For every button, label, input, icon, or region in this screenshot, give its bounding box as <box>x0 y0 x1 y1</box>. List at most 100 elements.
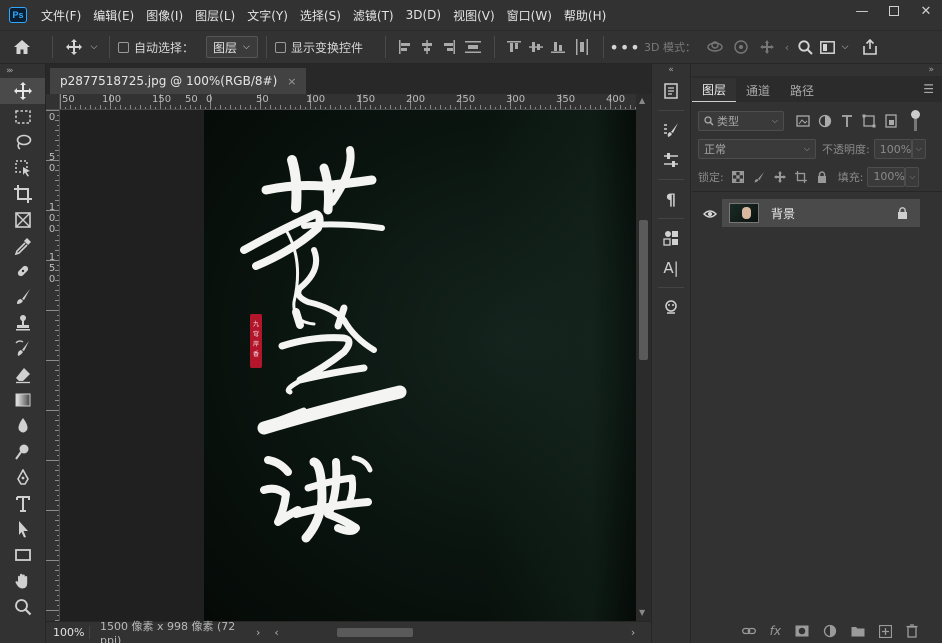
share-icon[interactable] <box>852 39 888 55</box>
adjustment-layer-icon[interactable] <box>823 624 837 638</box>
fill-input[interactable]: 100% <box>867 166 906 187</box>
search-icon[interactable] <box>794 39 816 55</box>
align-bottom-icon[interactable] <box>547 40 569 54</box>
menu-help[interactable]: 帮助(H) <box>564 7 606 24</box>
document-canvas[interactable]: 九 穹 岸 香 <box>204 110 636 621</box>
menu-window[interactable]: 窗口(W) <box>507 7 552 24</box>
status-menu-arrow-icon[interactable]: › <box>256 626 260 639</box>
hand-tool-icon[interactable] <box>0 568 45 594</box>
history-brush-tool-icon[interactable] <box>0 336 45 362</box>
scroll-left-icon[interactable]: ‹ <box>274 626 278 639</box>
menu-filter[interactable]: 滤镜(T) <box>353 7 394 24</box>
opacity-chevron-icon[interactable]: ⌵ <box>911 139 926 159</box>
move-tool-icon[interactable] <box>0 78 45 104</box>
lock-artboard-icon[interactable] <box>794 170 807 183</box>
workspace-icon[interactable] <box>816 40 838 54</box>
layer-style-fx-icon[interactable]: fx <box>770 624 781 638</box>
tab-paths[interactable]: 路径 <box>780 78 824 102</box>
vertical-scroll-thumb[interactable] <box>639 220 648 360</box>
brush-settings-icon[interactable] <box>652 115 690 145</box>
align-vertical-center-icon[interactable] <box>525 40 547 54</box>
minimize-icon[interactable]: — <box>846 0 878 22</box>
distribute-vertical-icon[interactable] <box>460 40 486 54</box>
collapse-icon[interactable]: » <box>692 64 942 76</box>
filter-adjustment-icon[interactable] <box>818 114 832 128</box>
close-tab-icon[interactable]: × <box>287 75 296 88</box>
eraser-tool-icon[interactable] <box>0 362 45 388</box>
lock-transparent-pixels-icon[interactable] <box>731 170 744 183</box>
slide-3d-icon[interactable]: ‹ <box>780 41 794 54</box>
panel-menu-icon[interactable]: ☰ <box>923 82 934 96</box>
filter-smart-object-icon[interactable] <box>884 114 898 128</box>
chevron-down-icon[interactable]: ⌵ <box>87 42 101 52</box>
history-panel-icon[interactable] <box>652 76 690 106</box>
zoom-level[interactable]: 100% <box>46 626 90 639</box>
new-group-icon[interactable] <box>851 625 865 637</box>
menu-image[interactable]: 图像(I) <box>146 7 183 24</box>
orbit-3d-icon[interactable] <box>702 40 728 54</box>
adjustments-icon[interactable] <box>652 145 690 175</box>
path-selection-tool-icon[interactable] <box>0 517 45 543</box>
libraries-icon[interactable] <box>652 223 690 253</box>
blur-tool-icon[interactable] <box>0 413 45 439</box>
filter-shape-icon[interactable] <box>862 114 876 128</box>
plugins-icon[interactable] <box>652 292 690 322</box>
layer-row-background[interactable]: 背景 <box>722 199 920 227</box>
collapse-icon[interactable]: » <box>6 66 12 76</box>
gradient-tool-icon[interactable] <box>0 388 45 414</box>
lasso-tool-icon[interactable] <box>0 130 45 156</box>
zoom-tool-icon[interactable] <box>0 594 45 620</box>
auto-select-checkbox[interactable] <box>118 41 129 53</box>
menu-type[interactable]: 文字(Y) <box>247 7 288 24</box>
scroll-up-icon[interactable]: ▲ <box>639 96 645 105</box>
align-left-icon[interactable] <box>394 40 416 54</box>
filter-type-icon[interactable] <box>840 114 854 128</box>
new-layer-icon[interactable] <box>879 624 892 638</box>
paragraph-icon[interactable]: ¶ <box>652 184 690 214</box>
dodge-tool-icon[interactable] <box>0 439 45 465</box>
collapse-icon[interactable]: « <box>652 64 690 76</box>
tab-layers[interactable]: 图层 <box>692 78 737 102</box>
show-transform-checkbox[interactable] <box>275 41 287 53</box>
fill-chevron-icon[interactable]: ⌵ <box>905 166 920 187</box>
eyedropper-tool-icon[interactable] <box>0 233 45 259</box>
add-mask-icon[interactable] <box>795 625 809 637</box>
maximize-icon[interactable] <box>878 0 910 22</box>
layer-filter-dropdown[interactable]: 类型 ⌵ <box>698 111 784 131</box>
pan-3d-icon[interactable] <box>754 39 780 55</box>
menu-edit[interactable]: 编辑(E) <box>93 7 134 24</box>
menu-file[interactable]: 文件(F) <box>41 7 81 24</box>
lock-all-icon[interactable] <box>816 170 828 183</box>
pen-tool-icon[interactable] <box>0 465 45 491</box>
more-options-icon[interactable]: ••• <box>609 38 639 57</box>
scroll-down-icon[interactable]: ▼ <box>639 608 645 617</box>
character-icon[interactable]: A| <box>652 253 690 283</box>
move-tool-preset-icon[interactable] <box>61 39 87 55</box>
chevron-down-icon[interactable]: ⌵ <box>838 42 852 52</box>
filter-pixel-icon[interactable] <box>796 114 810 128</box>
menu-select[interactable]: 选择(S) <box>300 7 341 24</box>
roll-3d-icon[interactable] <box>728 39 754 55</box>
align-right-icon[interactable] <box>438 40 460 54</box>
horizontal-scrollbar[interactable] <box>289 627 629 638</box>
vertical-scrollbar[interactable]: ▲ ▼ <box>636 94 651 621</box>
healing-brush-tool-icon[interactable] <box>0 259 45 285</box>
document-tab[interactable]: p2877518725.jpg @ 100%(RGB/8#) × <box>50 68 307 94</box>
menu-3d[interactable]: 3D(D) <box>406 8 441 22</box>
distribute-horizontal-icon[interactable] <box>569 39 595 55</box>
object-select-tool-icon[interactable] <box>0 155 45 181</box>
horizontal-scroll-thumb[interactable] <box>336 628 413 637</box>
brush-tool-icon[interactable] <box>0 284 45 310</box>
delete-layer-icon[interactable] <box>906 624 918 638</box>
marquee-tool-icon[interactable] <box>0 104 45 130</box>
frame-tool-icon[interactable] <box>0 207 45 233</box>
scroll-right-icon[interactable]: › <box>631 626 635 639</box>
menu-view[interactable]: 视图(V) <box>453 7 495 24</box>
close-icon[interactable]: ✕ <box>910 0 942 22</box>
home-icon[interactable] <box>0 39 44 55</box>
crop-tool-icon[interactable] <box>0 181 45 207</box>
lock-position-icon[interactable] <box>773 170 786 183</box>
tab-channels[interactable]: 通道 <box>736 78 780 102</box>
menu-layer[interactable]: 图层(L) <box>195 7 235 24</box>
layer-visibility-eye-icon[interactable] <box>703 208 717 222</box>
